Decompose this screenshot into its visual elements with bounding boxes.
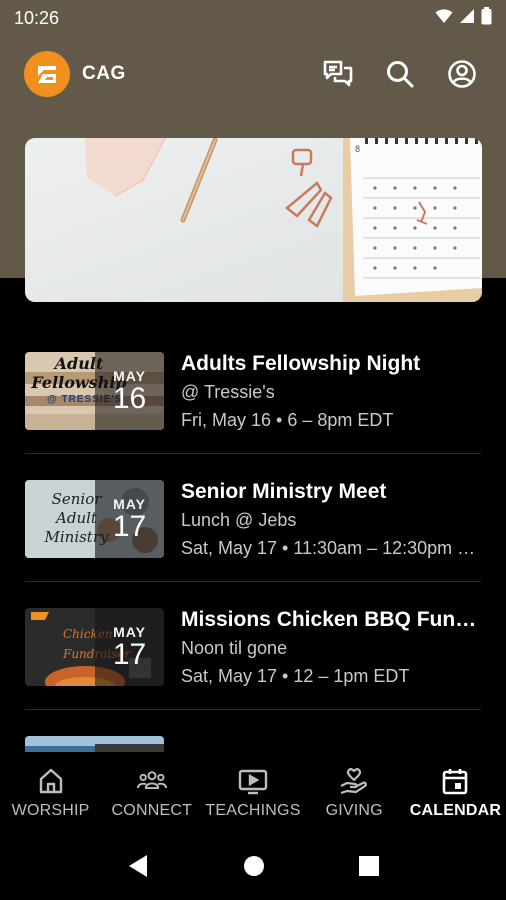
- event-location: Lunch @ Jebs: [181, 510, 297, 530]
- nav-label: GIVING: [325, 802, 383, 819]
- svg-text:8: 8: [355, 144, 360, 154]
- event-title: Senior Ministry Meet: [181, 480, 387, 503]
- cell-signal-icon: [459, 8, 475, 29]
- nav-label: TEACHINGS: [205, 802, 301, 819]
- event-datetime: Fri, May 16 • 6 – 8pm EDT: [181, 410, 394, 430]
- app-title: CAG: [82, 63, 126, 84]
- date-badge: MAY 16: [95, 352, 164, 430]
- logo-mark-icon: [38, 66, 56, 83]
- date-day: 17: [112, 510, 147, 543]
- nav-giving[interactable]: GIVING: [304, 752, 405, 836]
- status-bar: 10:26: [0, 0, 506, 36]
- event-row[interactable]: Senior Adult Ministry MAY 17 Senior Mini…: [25, 454, 481, 582]
- event-location: @ Tressie's: [181, 382, 275, 402]
- search-icon[interactable]: [380, 54, 420, 94]
- event-thumbnail: Chicken Fundraiser MAY 17: [25, 608, 164, 686]
- chat-icon[interactable]: [318, 54, 358, 94]
- event-details: Adults Fellowship Night @ Tressie's Fri,…: [181, 350, 481, 434]
- account-icon[interactable]: [442, 54, 482, 94]
- nav-teachings[interactable]: TEACHINGS: [202, 752, 303, 836]
- status-time: 10:26: [14, 7, 60, 28]
- event-title: Missions Chicken BBQ Fundraiser: [181, 608, 481, 631]
- nav-label: CONNECT: [111, 802, 193, 819]
- home-button-icon[interactable]: [243, 855, 265, 882]
- nav-calendar[interactable]: CALENDAR: [405, 752, 506, 836]
- event-datetime: Sat, May 17 • 11:30am – 12:30pm EDT: [181, 538, 481, 558]
- event-row[interactable]: Chicken Fundraiser MAY 17 Missions Chick…: [25, 582, 481, 710]
- event-title: Adults Fellowship Night: [181, 352, 421, 375]
- event-details: Senior Ministry Meet Lunch @ Jebs Sat, M…: [181, 478, 481, 562]
- event-row[interactable]: Adult Fellowship @ TRESSIE'S MAY 16 Adul…: [25, 326, 481, 454]
- bottom-navigation: WORSHIP CONNECT TEACHINGS GIVING CALENDA…: [0, 752, 506, 836]
- nav-connect[interactable]: CONNECT: [101, 752, 202, 836]
- event-location: Noon til gone: [181, 638, 288, 658]
- tv-play-icon: [238, 766, 268, 796]
- event-thumbnail: Senior Adult Ministry MAY 17: [25, 480, 164, 558]
- calendar-icon: [440, 766, 470, 796]
- date-day: 16: [112, 382, 147, 415]
- date-badge: MAY 17: [95, 480, 164, 558]
- home-icon: [36, 766, 66, 796]
- nav-label: WORSHIP: [11, 802, 90, 819]
- date-day: 17: [112, 638, 147, 671]
- event-details: Missions Chicken BBQ Fundraiser Noon til…: [181, 606, 481, 690]
- nav-label: CALENDAR: [409, 802, 502, 819]
- status-icons: [435, 6, 492, 30]
- recents-icon[interactable]: [359, 855, 379, 881]
- nav-worship[interactable]: WORSHIP: [0, 752, 101, 836]
- wifi-icon: [435, 8, 453, 29]
- church-logo[interactable]: [24, 51, 70, 97]
- hand-heart-icon: [339, 766, 369, 796]
- date-badge: MAY 17: [95, 608, 164, 686]
- event-thumbnail: Adult Fellowship @ TRESSIE'S MAY 16: [25, 352, 164, 430]
- calendar-hero-image: 8: [25, 138, 482, 302]
- battery-icon: [481, 6, 492, 30]
- system-navigation-bar: [0, 836, 506, 900]
- event-datetime: Sat, May 17 • 12 – 1pm EDT: [181, 666, 410, 686]
- back-icon[interactable]: [127, 854, 149, 883]
- app-bar: CAG: [0, 36, 506, 112]
- people-icon: [136, 766, 167, 796]
- app-actions: [318, 54, 482, 94]
